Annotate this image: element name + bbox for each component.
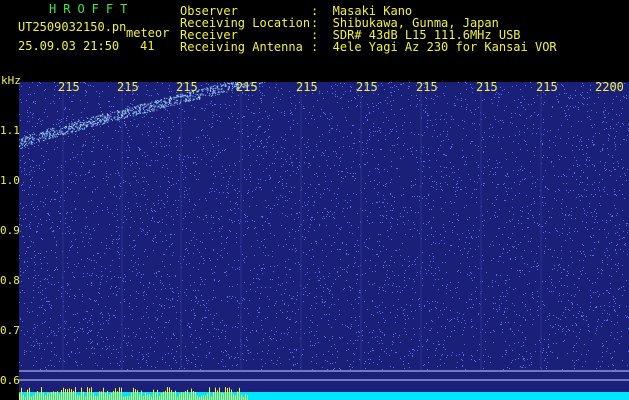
time-tick-label: 215 bbox=[416, 80, 438, 94]
time-tick-label: 215 bbox=[58, 80, 80, 94]
frequency-tick-label: 0.6 bbox=[0, 374, 20, 387]
baseline-bar bbox=[19, 392, 629, 400]
antenna-value: : 4ele Yagi Az 230 for Kansai VOR bbox=[311, 40, 557, 54]
time-tick-label: 215 bbox=[117, 80, 139, 94]
frequency-tick-label: 0.7 bbox=[0, 324, 20, 337]
time-tick-label: 215 bbox=[356, 80, 378, 94]
spectrogram-canvas bbox=[19, 82, 629, 400]
time-tick-label: 2200 bbox=[595, 80, 624, 94]
date-time: 25.09.03 21:50 bbox=[18, 39, 120, 53]
frequency-tick-label: 1.0 bbox=[0, 174, 20, 187]
spectrogram-background bbox=[19, 82, 629, 400]
frequency-tick-label: 0.8 bbox=[0, 274, 20, 287]
time-tick-label: 215 bbox=[296, 80, 318, 94]
header-panel: HROFFT UT2509032150.pn meteor 25.09.03 2… bbox=[0, 0, 629, 72]
spectrogram-plot bbox=[19, 82, 629, 400]
frequency-unit-label: kHz bbox=[1, 74, 21, 87]
frequency-tick-label: 0.9 bbox=[0, 224, 20, 237]
antenna-label: Receiving Antenna bbox=[180, 40, 303, 54]
frequency-tick-label: 1.1 bbox=[0, 124, 20, 137]
time-tick-label: 215 bbox=[476, 80, 498, 94]
meteor-tag: meteor bbox=[126, 26, 170, 40]
time-tick-label: 215 bbox=[536, 80, 558, 94]
time-tick-label: 215 bbox=[176, 80, 198, 94]
file-name: UT2509032150.pn bbox=[18, 20, 127, 34]
app-logo: HROFFT bbox=[49, 2, 135, 16]
time-tick-label: 215 bbox=[236, 80, 258, 94]
meteor-count: 41 bbox=[140, 39, 155, 53]
